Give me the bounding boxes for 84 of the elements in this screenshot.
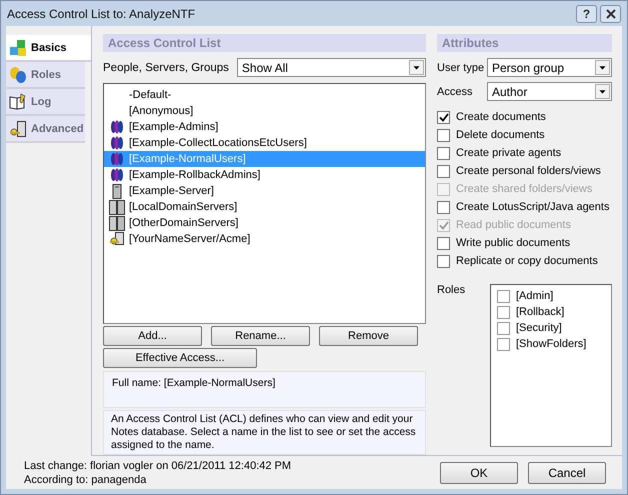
checkbox[interactable] [437,164,450,178]
servers-icon [108,216,124,230]
list-item[interactable]: -Default- [104,87,425,103]
section-header: Attributes [437,34,612,52]
section-header: Access Control List [103,34,426,52]
checkbox[interactable] [437,146,450,160]
checkbox[interactable] [437,128,450,142]
option-checkbox[interactable]: Create personal folders/views [437,162,612,180]
checkbox[interactable] [437,200,450,214]
sidebar-tab[interactable]: Log [6,89,85,116]
server-icon [112,184,122,198]
filter-dropdown[interactable]: Show All [236,58,426,77]
dialog-button[interactable]: OK [440,462,518,484]
book-icon [9,92,27,110]
role-checkbox[interactable]: [ShowFolders] [497,336,605,352]
sidebar-tab[interactable]: Basics [6,35,91,62]
full-name-text: Full name: [Example-NormalUsers] [103,371,426,408]
option-checkbox[interactable]: Delete documents [437,126,612,144]
entry-name: [YourNameServer/Acme] [129,233,250,245]
group-icon [110,152,124,166]
checkbox[interactable] [437,110,450,124]
dialog-button[interactable]: Cancel [528,462,606,484]
role-checkbox[interactable]: [Security] [497,320,605,336]
action-button[interactable]: Add... [103,326,202,346]
action-button[interactable]: Remove [319,326,418,346]
checkbox[interactable] [497,306,510,318]
group-icon [110,168,124,182]
list-item[interactable]: [LocalDomainServers] [104,199,425,215]
window-title: Access Control List to: AnalyzeNTF [7,6,196,20]
entry-name: -Default- [129,89,172,101]
user-type-label: User type [437,62,486,74]
list-item[interactable]: [Example-Server] [104,183,425,199]
option-checkbox[interactable]: Create LotusScript/Java agents [437,198,612,216]
action-button[interactable]: Rename... [211,326,310,346]
checkbox[interactable] [437,236,450,250]
list-item[interactable]: [YourNameServer/Acme] [104,231,425,247]
masks-icon [9,66,27,84]
group-icon [110,120,124,134]
help-button[interactable]: ? [576,4,597,22]
entry-name: [Example-NormalUsers] [129,153,246,165]
role-checkbox[interactable]: [Rollback] [497,304,605,320]
option-checkbox[interactable]: Write public documents [437,234,612,252]
description-text: An Access Control List (ACL) defines who can view and edit your Notes database. Select a name in the list to see or set the access assigned to the name. [103,410,426,455]
tab-label: Roles [31,68,61,80]
tab-label: Basics [31,42,66,54]
last-change-text: Last change: florian vogler on 06/21/2011 12:40:42 PM [24,458,292,472]
option-checkbox[interactable]: Create documents [437,108,612,126]
key-server-icon [108,232,124,246]
checkbox[interactable] [497,338,510,350]
checkbox[interactable] [497,322,510,334]
sidebar-tab[interactable]: Advanced [6,116,85,143]
servers-icon [108,200,124,214]
user-type-dropdown[interactable]: Person group [487,58,612,77]
entry-name: [Example-Server] [129,185,214,197]
according-to-text: According to: panagenda [24,472,148,486]
close-icon [606,8,616,18]
access-label: Access [437,86,474,98]
option-checkbox[interactable]: Replicate or copy documents [437,252,612,270]
roles-label: Roles [437,284,466,296]
list-item[interactable]: [Example-RollbackAdmins] [104,167,425,183]
list-item[interactable]: [Example-CollectLocationsEtcUsers] [104,135,425,151]
close-button[interactable] [600,4,621,22]
entry-name: [Anonymous] [129,105,194,117]
effective-access-button[interactable]: Effective Access... [103,348,257,368]
list-item[interactable]: [OtherDomainServers] [104,215,425,231]
entry-name: [Example-Admins] [129,121,218,133]
blocks-icon [9,38,27,56]
key-server-icon [9,120,27,138]
entry-name: [Example-RollbackAdmins] [129,169,260,181]
role-checkbox[interactable]: [Admin] [497,288,605,304]
filter-label: People, Servers, Groups [103,62,229,74]
sidebar-tab[interactable]: Roles [6,62,85,89]
tab-label: Log [31,96,52,108]
group-icon [110,136,124,150]
entry-name: [Example-CollectLocationsEtcUsers] [129,137,307,149]
option-checkbox[interactable]: Create private agents [437,144,612,162]
list-item[interactable]: [Example-Admins] [104,119,425,135]
tab-label: Advanced [31,122,84,134]
entry-name: [OtherDomainServers] [129,217,238,229]
checkbox[interactable] [497,290,510,302]
list-item[interactable]: [Anonymous] [104,103,425,119]
checkbox[interactable] [437,254,450,268]
access-dropdown[interactable]: Author [487,82,612,101]
entry-name: [LocalDomainServers] [129,201,238,213]
